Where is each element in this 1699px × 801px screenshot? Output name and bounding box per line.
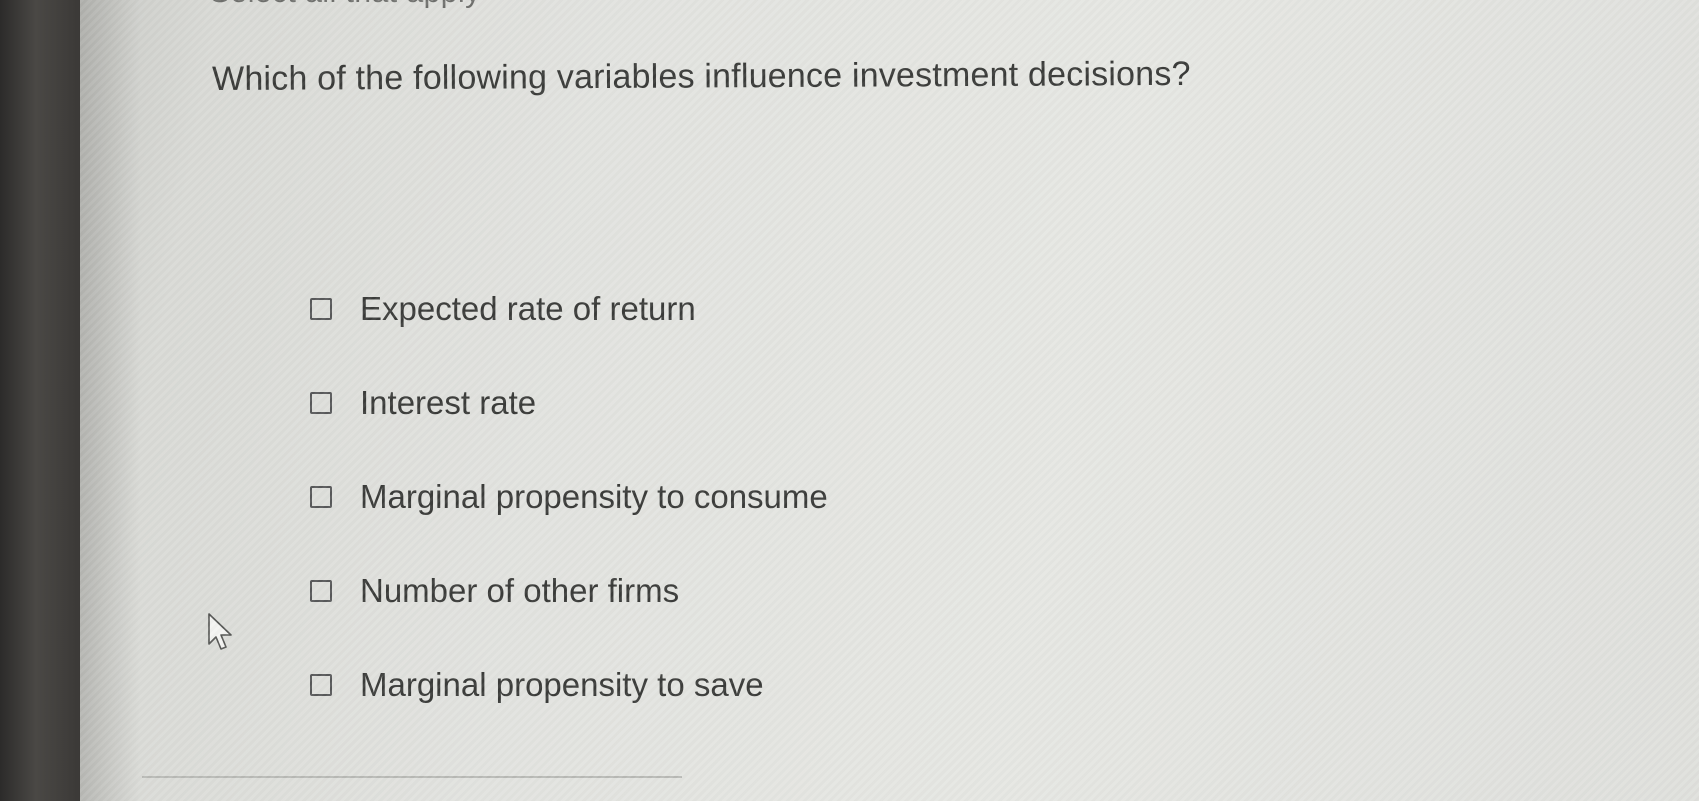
section-divider bbox=[142, 776, 682, 778]
checkbox[interactable] bbox=[310, 392, 332, 414]
answer-option-expected-rate-of-return[interactable]: Expected rate of return bbox=[310, 262, 828, 356]
option-label[interactable]: Marginal propensity to consume bbox=[360, 478, 828, 516]
option-label[interactable]: Number of other firms bbox=[360, 572, 679, 610]
option-label[interactable]: Marginal propensity to save bbox=[360, 666, 764, 704]
checkbox[interactable] bbox=[310, 580, 332, 602]
option-label[interactable]: Expected rate of return bbox=[360, 290, 696, 328]
answer-option-marginal-propensity-to-consume[interactable]: Marginal propensity to consume bbox=[310, 450, 828, 544]
answer-option-interest-rate[interactable]: Interest rate bbox=[310, 356, 828, 450]
arrow-pointer-icon bbox=[208, 613, 232, 650]
checkbox[interactable] bbox=[310, 674, 332, 696]
screen-edge-shadow bbox=[80, 0, 140, 801]
monitor-bezel bbox=[0, 0, 80, 801]
instruction-text: Select all that apply bbox=[210, 0, 481, 10]
question-text: Which of the following variables influen… bbox=[212, 54, 1191, 98]
answer-options-list: Expected rate of return Interest rate Ma… bbox=[310, 262, 828, 732]
checkbox[interactable] bbox=[310, 486, 332, 508]
answer-option-marginal-propensity-to-save[interactable]: Marginal propensity to save bbox=[310, 638, 828, 732]
quiz-screen: Select all that apply Which of the follo… bbox=[80, 0, 1699, 801]
option-label[interactable]: Interest rate bbox=[360, 384, 536, 422]
checkbox[interactable] bbox=[310, 298, 332, 320]
answer-option-number-of-other-firms[interactable]: Number of other firms bbox=[310, 544, 828, 638]
